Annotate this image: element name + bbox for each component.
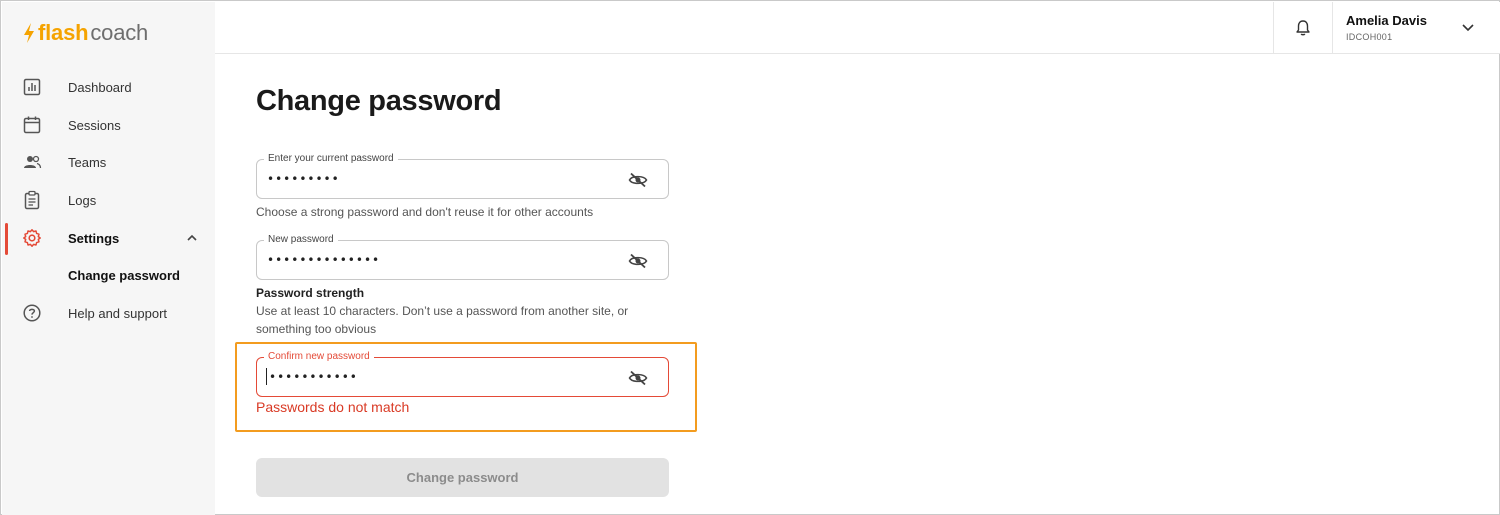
current-password-helper: Choose a strong password and don't reuse… xyxy=(256,205,594,219)
sidebar-item-logs[interactable]: Logs xyxy=(2,182,215,218)
chevron-up-icon[interactable] xyxy=(186,232,198,244)
bell-icon xyxy=(1296,20,1310,36)
new-password-value: •••••••••••••• xyxy=(267,253,381,267)
password-strength-title: Password strength xyxy=(256,286,365,300)
brand-name-coach: coach xyxy=(90,20,149,45)
eye-off-icon[interactable] xyxy=(628,369,648,387)
page-title: Change password xyxy=(256,85,502,117)
brand-logo[interactable]: flash coach xyxy=(22,20,148,46)
confirm-password-value: ••••••••••• xyxy=(269,370,358,384)
sidebar-item-teams[interactable]: Teams xyxy=(2,144,215,180)
clipboard-icon xyxy=(24,190,40,210)
calendar-icon xyxy=(23,116,41,134)
top-header: Amelia Davis IDCOH001 xyxy=(215,2,1500,54)
user-name[interactable]: Amelia Davis xyxy=(1346,13,1427,28)
lightning-bolt-icon xyxy=(24,23,34,43)
sidebar-item-label: Settings xyxy=(68,230,120,246)
confirm-password-label: Confirm new password xyxy=(264,351,374,363)
sidebar-item-label: Dashboard xyxy=(68,79,132,95)
change-password-button[interactable]: Change password xyxy=(256,458,669,497)
people-icon xyxy=(24,155,42,169)
sidebar-item-label: Help and support xyxy=(68,305,168,321)
app-window: flash coach Dashboard Sessions Teams Log… xyxy=(0,0,1500,515)
sidebar-item-label: Teams xyxy=(68,154,107,170)
sidebar: flash coach Dashboard Sessions Teams Log… xyxy=(2,2,215,515)
current-password-field[interactable]: Enter your current password ••••••••• xyxy=(256,153,669,199)
user-id: IDCOH001 xyxy=(1346,32,1393,42)
text-cursor xyxy=(266,368,267,385)
eye-off-icon[interactable] xyxy=(628,171,648,189)
notifications-button[interactable] xyxy=(1273,2,1333,54)
password-mismatch-error: Passwords do not match xyxy=(256,399,410,415)
gear-icon xyxy=(23,229,41,247)
confirm-password-field[interactable]: Confirm new password ••••••••••• xyxy=(256,351,669,397)
sidebar-item-settings[interactable]: Settings xyxy=(2,220,215,256)
sidebar-item-label: Logs xyxy=(68,192,97,208)
sidebar-item-help[interactable]: Help and support xyxy=(2,295,215,331)
sidebar-subitem-change-password[interactable]: Change password xyxy=(68,268,180,283)
brand-name-flash: flash xyxy=(38,20,89,45)
password-strength-help: Use at least 10 characters. Don’t use a … xyxy=(256,304,629,336)
sidebar-item-dashboard[interactable]: Dashboard xyxy=(2,69,215,105)
dashboard-chart-icon xyxy=(23,78,41,96)
new-password-label: New password xyxy=(264,234,338,246)
chevron-down-icon[interactable] xyxy=(1461,22,1475,34)
new-password-field[interactable]: New password •••••••••••••• xyxy=(256,234,669,280)
sidebar-item-label: Sessions xyxy=(68,117,121,133)
current-password-label: Enter your current password xyxy=(264,153,398,165)
eye-off-icon[interactable] xyxy=(628,252,648,270)
current-password-value: ••••••••• xyxy=(267,172,340,186)
sidebar-item-sessions[interactable]: Sessions xyxy=(2,107,215,143)
help-circle-icon xyxy=(23,304,41,322)
